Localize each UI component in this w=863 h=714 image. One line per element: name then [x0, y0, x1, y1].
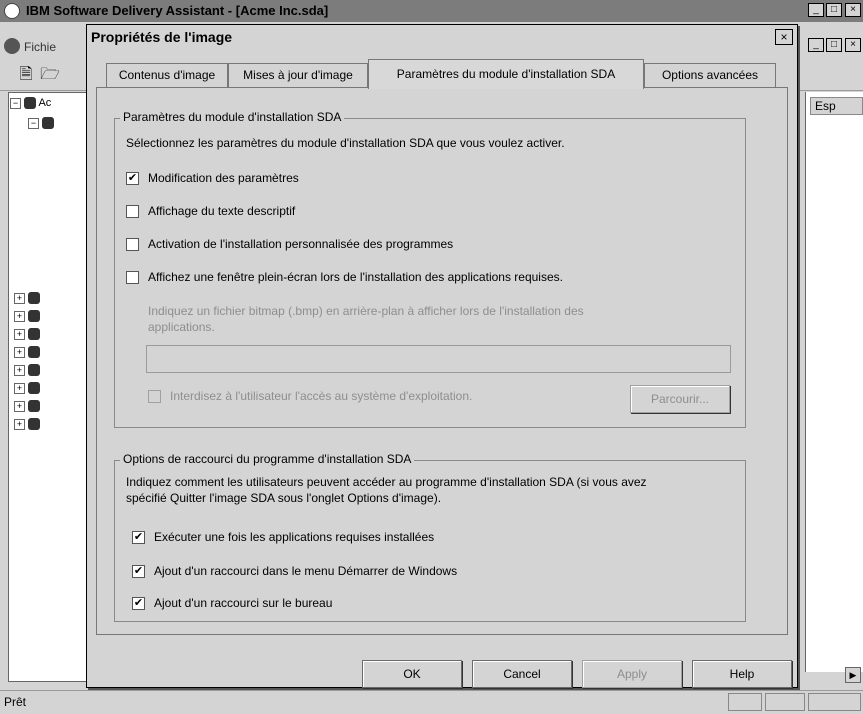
start-menu-shortcut-checkbox[interactable]: ✔: [132, 565, 145, 578]
cancel-button[interactable]: Cancel: [472, 660, 572, 688]
tree-node[interactable]: +: [14, 400, 84, 414]
minimize-button[interactable]: _: [808, 3, 824, 17]
run-once-checkbox[interactable]: ✔: [132, 531, 145, 544]
folder-icon: [28, 346, 40, 359]
bitmap-file-input[interactable]: [146, 345, 731, 373]
custom-install-checkbox[interactable]: [126, 238, 139, 251]
status-cell: [728, 693, 762, 711]
shortcut-description-line1: Indiquez comment les utilisateurs peuven…: [126, 475, 647, 489]
folder-icon: [28, 292, 40, 305]
desktop-shortcut-checkbox[interactable]: ✔: [132, 597, 145, 610]
tree-root-label: Ac: [38, 97, 52, 109]
tree-node[interactable]: +: [14, 418, 84, 432]
expand-icon[interactable]: +: [14, 382, 25, 394]
tree-node[interactable]: +: [14, 364, 84, 378]
tree-node-root[interactable]: − Ac: [10, 97, 80, 111]
checkmark-icon: ✔: [133, 597, 144, 609]
column-header[interactable]: Esp: [810, 97, 863, 115]
expand-icon[interactable]: +: [14, 328, 25, 340]
apply-button[interactable]: Apply: [582, 660, 682, 688]
folder-icon: [28, 400, 40, 413]
image-node-icon: [24, 97, 36, 110]
bitmap-hint-line2: applications.: [148, 320, 215, 334]
tree-node[interactable]: +: [14, 382, 84, 396]
start-menu-shortcut-label[interactable]: Ajout d'un raccourci dans le menu Démarr…: [154, 564, 457, 578]
status-text: Prêt: [4, 695, 27, 709]
show-description-checkbox[interactable]: [126, 205, 139, 218]
tab-image-updates[interactable]: Mises à jour d'image: [228, 63, 368, 87]
child-close-button[interactable]: ×: [845, 38, 861, 52]
checkmark-icon: ✔: [133, 531, 144, 543]
folder-icon: [28, 364, 40, 377]
menu-file[interactable]: Fichie: [24, 40, 56, 54]
main-window-title: IBM Software Delivery Assistant - [Acme …: [26, 3, 329, 18]
folder-icon: [28, 418, 40, 431]
tab-sda-installer-settings[interactable]: Paramètres du module d'installation SDA: [368, 59, 644, 89]
folder-icon: [42, 117, 54, 130]
new-file-icon[interactable]: 🗎: [16, 65, 36, 85]
ok-button[interactable]: OK: [362, 660, 462, 688]
sda-settings-legend: Paramètres du module d'installation SDA: [120, 110, 345, 124]
expand-icon[interactable]: +: [14, 364, 25, 376]
document-icon: [4, 38, 20, 54]
folder-icon: [28, 310, 40, 323]
browse-button[interactable]: Parcourir...: [630, 385, 730, 413]
maximize-button[interactable]: □: [826, 3, 842, 17]
tree-node[interactable]: +: [14, 346, 84, 360]
folder-icon: [28, 382, 40, 395]
tree-node[interactable]: +: [14, 292, 84, 306]
child-minimize-button[interactable]: _: [808, 38, 824, 52]
help-button[interactable]: Help: [692, 660, 792, 688]
fullscreen-window-label[interactable]: Affichez une fenêtre plein-écran lors de…: [148, 270, 563, 284]
collapse-icon[interactable]: −: [10, 97, 21, 109]
sda-settings-description: Sélectionnez les paramètres du module d'…: [126, 136, 565, 150]
dialog-title: Propriétés de l'image: [91, 29, 233, 45]
shortcut-description-line2: spécifié Quitter l'image SDA sous l'ongl…: [126, 491, 442, 505]
open-folder-icon[interactable]: 🗁: [40, 65, 60, 85]
status-cell: [765, 693, 805, 711]
tab-image-contents[interactable]: Contenus d'image: [106, 63, 228, 87]
restrict-os-access-label[interactable]: Interdisez à l'utilisateur l'accès au sy…: [170, 389, 472, 403]
restrict-os-access-checkbox[interactable]: [148, 390, 161, 403]
close-main-button[interactable]: ×: [845, 3, 861, 17]
modify-settings-checkbox[interactable]: ✔: [126, 172, 139, 185]
child-restore-button[interactable]: □: [826, 38, 842, 52]
expand-icon[interactable]: +: [14, 400, 25, 412]
custom-install-label[interactable]: Activation de l'installation personnalis…: [148, 237, 453, 251]
scroll-right-arrow-icon[interactable]: ▶: [845, 667, 861, 683]
collapse-icon[interactable]: −: [28, 117, 39, 129]
expand-icon[interactable]: +: [14, 310, 25, 322]
fullscreen-window-checkbox[interactable]: [126, 271, 139, 284]
tree-node[interactable]: +: [14, 328, 84, 342]
status-cell: [808, 693, 861, 711]
show-description-label[interactable]: Affichage du texte descriptif: [148, 204, 295, 218]
tab-advanced-options[interactable]: Options avancées: [644, 63, 776, 87]
run-once-label[interactable]: Exécuter une fois les applications requi…: [154, 530, 434, 544]
tree-node[interactable]: +: [14, 310, 84, 324]
desktop-shortcut-label[interactable]: Ajout d'un raccourci sur le bureau: [154, 596, 332, 610]
bitmap-hint-line1: Indiquez un fichier bitmap (.bmp) en arr…: [148, 304, 584, 318]
folder-icon: [28, 328, 40, 341]
checkmark-icon: ✔: [127, 172, 138, 184]
shortcut-options-legend: Options de raccourci du programme d'inst…: [120, 452, 415, 466]
expand-icon[interactable]: +: [14, 418, 25, 430]
expand-icon[interactable]: +: [14, 292, 25, 304]
app-icon: [4, 3, 20, 19]
list-pane: [805, 92, 863, 672]
expand-icon[interactable]: +: [14, 346, 25, 358]
modify-settings-label[interactable]: Modification des paramètres: [148, 171, 299, 185]
checkmark-icon: ✔: [133, 565, 144, 577]
dialog-close-button[interactable]: ×: [775, 29, 793, 45]
